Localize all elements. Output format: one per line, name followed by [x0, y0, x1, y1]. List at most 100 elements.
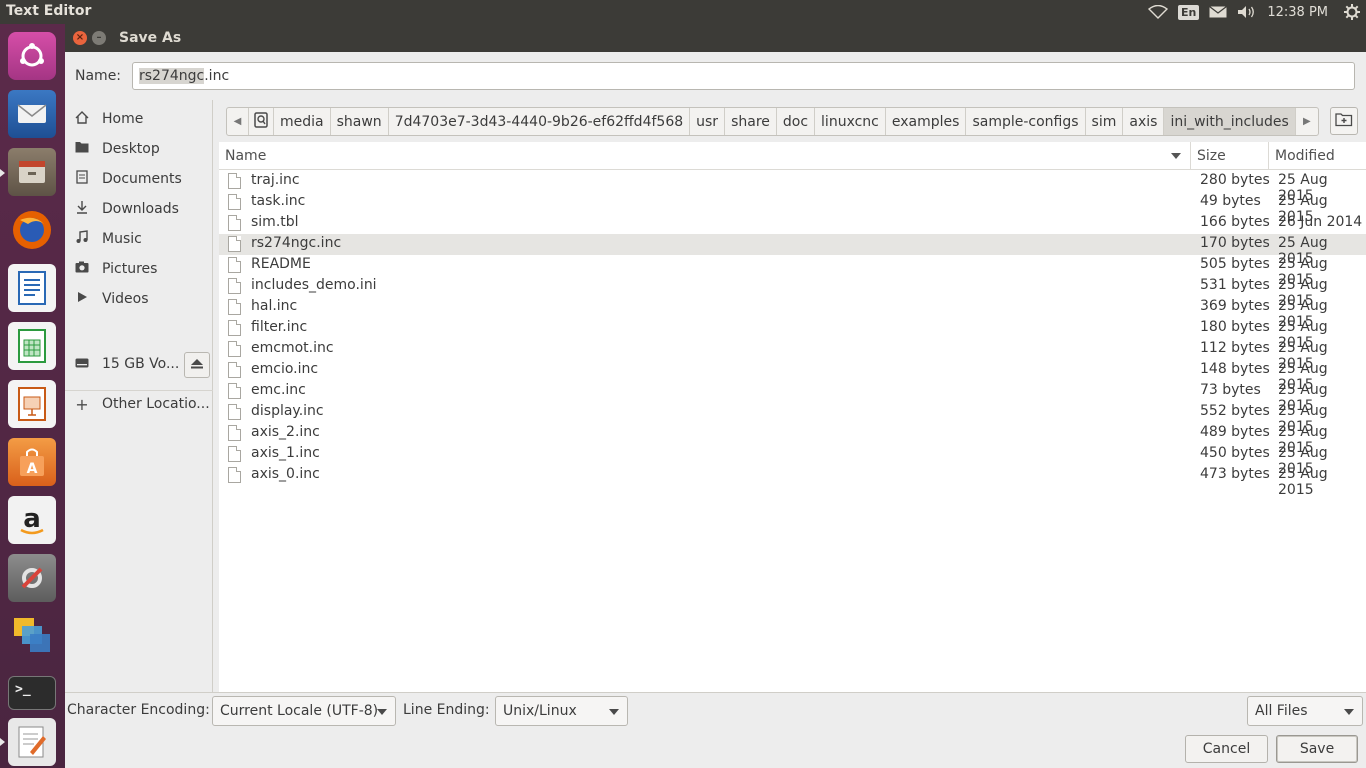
file-name: includes_demo.ini [251, 277, 377, 293]
file-filter-select[interactable]: All Files [1247, 696, 1363, 726]
file-row[interactable]: README 505 bytes 25 Aug 2015 [219, 255, 1366, 288]
encoding-label: Character Encoding: [67, 702, 210, 718]
file-row[interactable]: filter.inc 180 bytes 25 Aug 2015 [219, 318, 1366, 351]
cancel-button[interactable]: Cancel [1185, 735, 1268, 763]
ubuntu-logo-icon[interactable] [8, 32, 56, 80]
impress-icon[interactable] [8, 380, 56, 428]
file-name: axis_0.inc [251, 466, 320, 482]
sidebar-item-volume[interactable]: 15 GB Vo... [65, 350, 181, 378]
file-list: Name Size Modified traj.inc 280 bytes 25 A… [219, 142, 1366, 692]
terminal-icon[interactable]: >_ [8, 676, 56, 710]
sidebar-item-music[interactable]: Music [65, 225, 213, 253]
file-row[interactable]: axis_0.inc 473 bytes 25 Aug 2015 [219, 465, 1366, 498]
save-button[interactable]: Save [1276, 735, 1358, 763]
software-center-icon[interactable]: A [8, 438, 56, 486]
file-size: 489 bytes [1200, 424, 1270, 440]
downloads-icon [75, 200, 89, 218]
wifi-icon[interactable] [1147, 0, 1168, 24]
create-folder-button[interactable] [1330, 107, 1358, 135]
file-row[interactable]: display.inc 552 bytes 25 Aug 2015 [219, 402, 1366, 435]
path-root-button[interactable] [249, 108, 274, 135]
eject-icon [191, 358, 203, 372]
active-app-title: Text Editor [6, 3, 92, 19]
gear-icon[interactable] [1344, 0, 1360, 24]
column-header-size[interactable]: Size [1191, 142, 1269, 170]
path-scroll-left-button[interactable]: ◀ [227, 108, 249, 135]
workspaces-icon[interactable] [8, 612, 56, 660]
writer-icon[interactable] [8, 264, 56, 312]
path-crumb[interactable]: media [274, 108, 331, 135]
sidebar-item-home[interactable]: Home [65, 105, 213, 133]
system-tray: En 12:38 PM [1147, 0, 1366, 24]
filename-selected-text: rs274ngc [139, 68, 205, 84]
launcher: A a >_ [0, 24, 65, 768]
file-row[interactable]: emcio.inc 148 bytes 25 Aug 2015 [219, 360, 1366, 393]
file-row[interactable]: emc.inc 73 bytes 25 Aug 2015 [219, 381, 1366, 414]
file-row[interactable]: axis_2.inc 489 bytes 25 Aug 2015 [219, 423, 1366, 456]
path-crumb[interactable]: sim [1086, 108, 1124, 135]
sidebar-item-pictures[interactable]: Pictures [65, 255, 213, 283]
chevron-down-icon [1344, 709, 1354, 715]
calc-icon[interactable] [8, 322, 56, 370]
file-row[interactable]: sim.tbl 166 bytes 26 Jun 2014 [219, 213, 1366, 234]
mail-icon[interactable] [1209, 0, 1228, 24]
options-bar: Character Encoding: Current Locale (UTF-… [65, 692, 1366, 728]
path-crumb[interactable]: 7d4703e7-3d43-4440-9b26-ef62ffd4f568 [389, 108, 691, 135]
sidebar-item-downloads[interactable]: Downloads [65, 195, 213, 223]
settings-icon[interactable] [8, 554, 56, 602]
path-crumb[interactable]: shawn [331, 108, 389, 135]
path-crumb-current[interactable]: ini_with_includes [1164, 108, 1296, 135]
file-row[interactable]: traj.inc 280 bytes 25 Aug 2015 [219, 171, 1366, 204]
files-icon[interactable] [8, 148, 56, 196]
volume-icon[interactable] [1237, 0, 1257, 24]
chevron-left-icon: ◀ [233, 116, 242, 127]
close-icon[interactable]: × [73, 31, 87, 45]
actions-bar: Cancel Save [65, 728, 1366, 768]
amazon-icon[interactable]: a [8, 496, 56, 544]
keyboard-layout-indicator[interactable]: En [1177, 0, 1200, 24]
path-crumb[interactable]: axis [1123, 108, 1165, 135]
file-row[interactable]: task.inc 49 bytes 25 Aug 2015 [219, 192, 1366, 225]
file-icon [228, 383, 241, 399]
firefox-icon[interactable] [8, 206, 56, 254]
file-name: axis_2.inc [251, 424, 320, 440]
path-crumb[interactable]: doc [777, 108, 816, 135]
eject-button[interactable] [184, 352, 210, 378]
thunderbird-icon[interactable] [8, 90, 56, 138]
path-crumb[interactable]: share [725, 108, 777, 135]
drive-icon [75, 357, 89, 372]
folder-icon [75, 141, 89, 157]
file-name: traj.inc [251, 172, 300, 188]
column-header-name[interactable]: Name [219, 142, 1191, 170]
path-crumb[interactable]: usr [690, 108, 726, 135]
file-row[interactable]: includes_demo.ini 531 bytes 25 Aug 2015 [219, 276, 1366, 309]
minimize-icon[interactable]: – [92, 31, 106, 45]
file-row[interactable]: hal.inc 369 bytes 25 Aug 2015 [219, 297, 1366, 330]
file-size: 166 bytes [1200, 214, 1270, 230]
filename-input[interactable]: rs274ngc.inc [132, 62, 1355, 90]
sidebar-item-other-locations[interactable]: + Other Locatio... [65, 390, 213, 418]
sidebar-item-desktop[interactable]: Desktop [65, 135, 213, 163]
sidebar-item-videos[interactable]: Videos [65, 285, 213, 313]
file-icon [228, 236, 241, 252]
file-row[interactable]: axis_1.inc 450 bytes 25 Aug 2015 [219, 444, 1366, 477]
drive-root-icon [254, 111, 268, 132]
file-size: 369 bytes [1200, 298, 1270, 314]
path-scroll-right-button[interactable]: ▶ [1296, 108, 1318, 135]
name-label: Name: [75, 68, 122, 84]
clock[interactable]: 12:38 PM [1267, 0, 1328, 24]
file-name: display.inc [251, 403, 324, 419]
path-crumb[interactable]: examples [886, 108, 967, 135]
file-row-selected[interactable]: rs274ngc.inc 170 bytes 25 Aug 2015 [219, 234, 1366, 267]
path-crumb[interactable]: sample-configs [966, 108, 1086, 135]
file-size: 450 bytes [1200, 445, 1270, 461]
column-header-modified[interactable]: Modified [1269, 142, 1366, 170]
encoding-select[interactable]: Current Locale (UTF-8) [212, 696, 396, 726]
path-crumb[interactable]: linuxcnc [815, 108, 886, 135]
file-row[interactable]: emcmot.inc 112 bytes 25 Aug 2015 [219, 339, 1366, 372]
file-icon [228, 299, 241, 315]
encoding-value: Current Locale (UTF-8) [220, 703, 379, 719]
line-ending-select[interactable]: Unix/Linux [495, 696, 628, 726]
text-editor-icon[interactable] [8, 718, 56, 766]
sidebar-item-documents[interactable]: Documents [65, 165, 213, 193]
